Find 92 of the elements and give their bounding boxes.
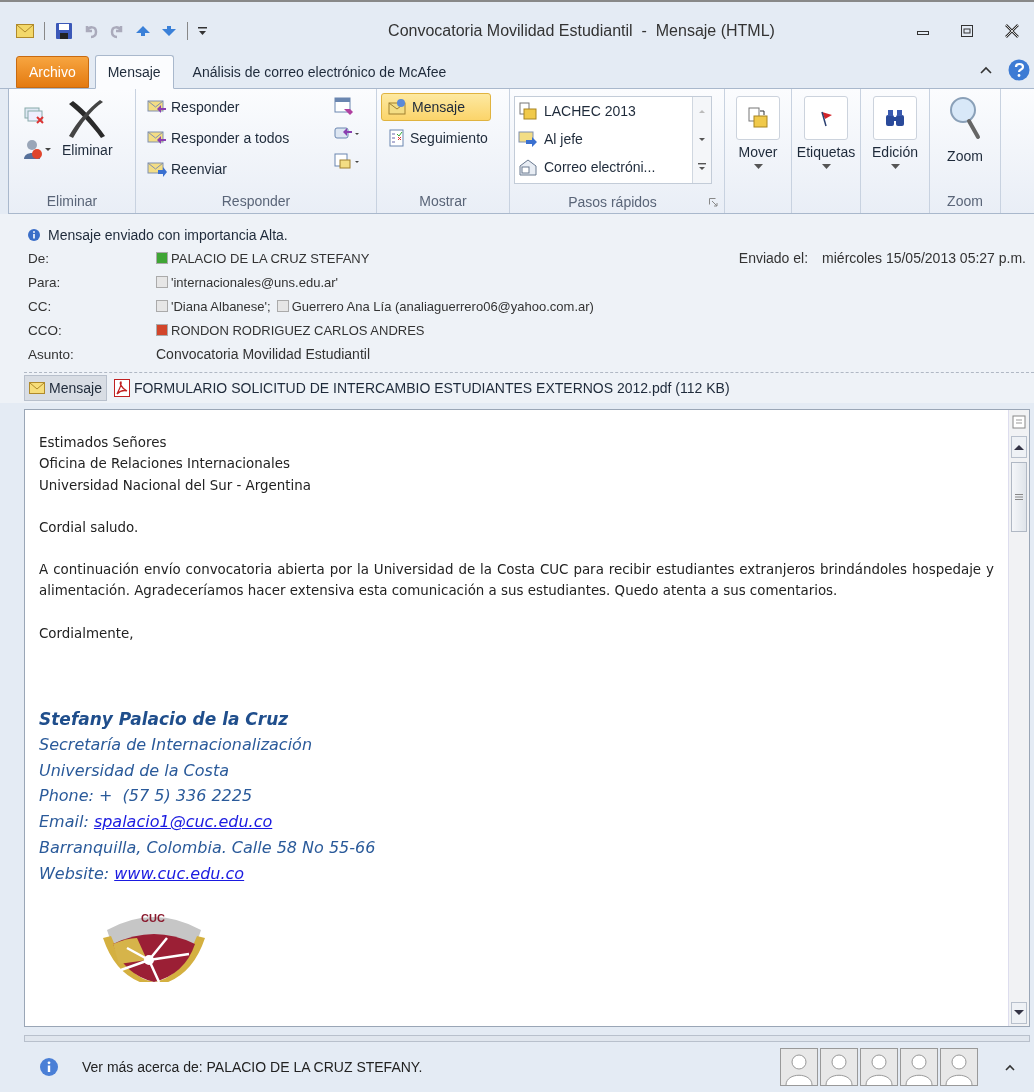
signature-text: Secretaría de Internacionalización xyxy=(39,734,314,757)
ribbon-button[interactable]: Mover xyxy=(729,93,787,213)
close-icon[interactable] xyxy=(1004,24,1020,38)
recipient[interactable]: RONDON RODRIGUEZ CARLOS ANDRES xyxy=(156,322,425,338)
info-icon xyxy=(40,1058,58,1076)
calendar-envelope-icon[interactable] xyxy=(334,153,360,171)
save-icon[interactable] xyxy=(55,22,73,40)
body-text: Universidad Nacional del Sur - Argentina xyxy=(39,476,312,495)
help-icon[interactable] xyxy=(1008,59,1030,81)
signature-text: Universidad de la Costa xyxy=(39,759,230,782)
sent-date: miércoles 15/05/2013 05:27 p.m. xyxy=(822,250,1026,266)
group-label: Mostrar xyxy=(418,192,468,211)
group-label: Zoom xyxy=(946,192,984,211)
ribbon-tab[interactable]: Análisis de correo electrónico de McAfee xyxy=(179,56,460,88)
field-label: CC: xyxy=(28,298,53,314)
zoom-button[interactable]: Zoom xyxy=(934,93,996,191)
window-title: Convocatoria Movilidad Estudiantil - Mensaje (HTML) xyxy=(387,22,776,40)
group-label: Eliminar xyxy=(45,192,99,211)
people-pane-text: Ver más acerca de: PALACIO DE LA CRUZ STEFANY. xyxy=(82,1059,423,1075)
envelope-arrow-icon xyxy=(147,160,167,178)
field-label: De: xyxy=(28,250,50,266)
recipient[interactable]: 'internacionales@uns.edu.ar' xyxy=(156,274,339,290)
attachment-tab[interactable]: Mensaje xyxy=(24,375,107,401)
body-text: A continuación envío convocatoria abierta por la Universidad de la Costa CUC para recibir estudiantes extranjeros brindándoles hospedaje y alimentación. Agradeceríamos hacer extensiva esta comunicación a sus estudiantes. Quedo atenta a sus comentarios. xyxy=(39,561,994,601)
contact-avatar-icon[interactable] xyxy=(780,1048,818,1086)
info-icon xyxy=(28,229,40,241)
quick-step[interactable]: LACHEC 2013 xyxy=(515,97,692,125)
magnifier-icon xyxy=(948,96,982,140)
scroll-down-icon[interactable] xyxy=(1011,1002,1027,1024)
contact-avatar-icon[interactable] xyxy=(940,1048,978,1086)
signature-name: Stefany Palacio de la Cruz xyxy=(39,708,290,732)
signature-text: Phone: + (57 5) 336 2225 xyxy=(39,785,254,808)
up-arrow-icon[interactable] xyxy=(135,25,151,37)
customize-icon[interactable] xyxy=(198,26,207,36)
body-text: Cordial saludo. xyxy=(39,518,140,537)
checklist-icon xyxy=(388,129,406,147)
calendar-icon[interactable] xyxy=(334,97,354,115)
recipient[interactable]: 'Diana Albanese'; xyxy=(156,298,271,314)
subject-text: Convocatoria Movilidad Estudiantil xyxy=(156,346,370,362)
down-arrow-icon[interactable] xyxy=(161,25,177,37)
scrollbar[interactable] xyxy=(1008,410,1029,1026)
body-text: Oficina de Relaciones Internacionales xyxy=(39,455,291,474)
collapse-ribbon-icon[interactable] xyxy=(980,66,992,74)
delete-button[interactable]: Eliminar xyxy=(59,93,116,191)
signature-text: Barranquilla, Colombia. Calle 58 No 55-66 xyxy=(39,836,377,859)
attachment-tab[interactable]: FORMULARIO SOLICITUD DE INTERCAMBIO ESTUDIANTES EXTERNOS 2012.pdf (112 KB) xyxy=(108,375,735,401)
signature-text: Website: xyxy=(39,863,111,883)
recipient[interactable]: Guerrero Ana Lía (analiaguerrero06@yahoo.com.ar) xyxy=(276,298,594,314)
signature-link[interactable]: www.cuc.edu.co xyxy=(114,863,245,883)
group-label: Responder xyxy=(220,192,292,211)
field-label: Asunto: xyxy=(28,346,75,362)
ribbon-button[interactable]: Etiquetas xyxy=(796,93,856,213)
ribbon-button[interactable]: Seguimiento xyxy=(381,124,491,152)
quick-step[interactable]: Correo electróni... xyxy=(515,153,692,181)
body-text: Estimados Señores xyxy=(39,434,168,452)
view-icon[interactable] xyxy=(1011,414,1027,432)
expand-icon[interactable] xyxy=(1004,1063,1016,1071)
caret-icon xyxy=(890,164,900,169)
scrollbar-thumb[interactable] xyxy=(1011,462,1027,532)
scroll-up-icon[interactable] xyxy=(1011,436,1027,458)
redo-icon[interactable] xyxy=(109,23,125,39)
folder-icon xyxy=(518,102,538,120)
group-label: Pasos rápidos xyxy=(568,193,657,212)
logo-text: CUC xyxy=(141,912,165,925)
folder-icon xyxy=(746,106,770,130)
body-text: Cordialmente, xyxy=(39,624,135,643)
ribbon-button[interactable]: Mensaje xyxy=(381,93,491,121)
importance-notice: Mensaje enviado con importancia Alta. xyxy=(48,227,288,243)
signature-link[interactable]: spalacio1@cuc.edu.co xyxy=(93,812,273,832)
ribbon-button[interactable]: Responder a todos xyxy=(140,124,293,152)
ribbon-button[interactable]: Responder xyxy=(140,93,293,121)
quick-step[interactable]: Al jefe xyxy=(515,125,692,153)
caret-icon xyxy=(753,164,763,169)
field-label: CCO: xyxy=(28,322,63,338)
ribbon-button[interactable]: Edición xyxy=(865,93,925,213)
contact-avatar-icon[interactable] xyxy=(860,1048,898,1086)
contact-avatar-icon[interactable] xyxy=(820,1048,858,1086)
ignore-icon[interactable] xyxy=(23,105,45,125)
recipient[interactable]: PALACIO DE LA CRUZ STEFANY xyxy=(156,250,370,266)
signature-text: Email: xyxy=(39,812,90,832)
undo-icon[interactable] xyxy=(83,23,99,39)
maximize-icon[interactable] xyxy=(960,24,974,38)
caret-icon xyxy=(821,164,831,169)
field-label: Para: xyxy=(28,274,62,290)
ribbon-button[interactable]: Reenviar xyxy=(140,155,293,183)
envelope-arrow-icon xyxy=(518,130,538,148)
ribbon-tab[interactable]: Mensaje xyxy=(94,55,174,89)
dialog-launcher-icon[interactable] xyxy=(709,197,718,207)
contact-avatar-icon[interactable] xyxy=(900,1048,938,1086)
field-label: Enviado el: xyxy=(738,250,809,266)
pdf-icon xyxy=(113,379,130,397)
junk-icon[interactable] xyxy=(23,139,53,161)
